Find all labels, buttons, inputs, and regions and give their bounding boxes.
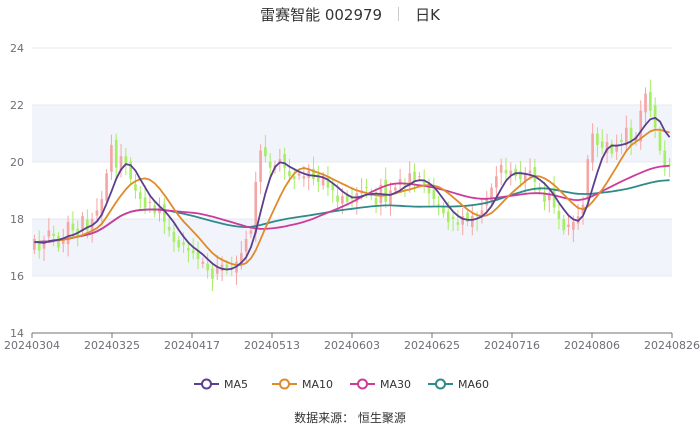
candle-body — [33, 238, 36, 250]
x-tick-label: 20240603 — [324, 339, 380, 352]
candle-body — [114, 139, 118, 168]
candle-body — [177, 240, 181, 248]
legend-marker-ma30 — [357, 378, 368, 390]
y-tick-label: 20 — [10, 156, 24, 169]
legend-label-ma30: MA30 — [380, 378, 411, 391]
candle-body — [110, 144, 113, 172]
candle-body — [451, 216, 455, 219]
candle-body — [105, 173, 108, 201]
candle-body — [167, 226, 171, 231]
x-tick-label: 20240325 — [84, 339, 140, 352]
legend-marker-ma60 — [435, 378, 446, 390]
candle-body — [211, 268, 214, 279]
candle-body — [71, 223, 75, 231]
legend-label-ma10: MA10 — [302, 378, 333, 391]
y-tick-label: 24 — [10, 42, 24, 55]
candle-body — [644, 93, 647, 113]
candle-body — [331, 184, 335, 191]
candle-body — [66, 221, 70, 245]
candle-body — [470, 216, 474, 227]
candle-body — [418, 176, 421, 178]
candle-body — [499, 164, 503, 173]
candle-body — [649, 91, 652, 111]
candle-body — [259, 150, 262, 182]
candle-body — [389, 190, 392, 206]
candle-body — [134, 184, 137, 191]
candle-body — [341, 196, 344, 204]
y-tick-label: 22 — [10, 99, 24, 112]
legend-marker-ma10 — [279, 378, 290, 390]
candle-body — [288, 171, 291, 177]
candle-body — [148, 201, 152, 203]
x-tick-label: 20240716 — [484, 339, 540, 352]
candle-body — [244, 238, 248, 252]
candle-body — [191, 250, 195, 254]
candle-body — [446, 211, 450, 222]
candle-body — [52, 233, 55, 237]
candle-body — [504, 169, 508, 174]
candle-body — [437, 204, 440, 206]
x-tick-label: 20240826 — [644, 339, 700, 352]
candle-body — [663, 150, 667, 168]
chart-root: 雷赛智能 002979 日K 14 16 18 20 22 24 20240304 202403… — [0, 0, 700, 426]
candle-body — [138, 192, 142, 200]
candle-body — [292, 176, 296, 180]
candle-body — [456, 222, 460, 225]
candle-body — [264, 147, 267, 157]
candle-body — [249, 230, 253, 234]
x-tick-label: 20240513 — [244, 339, 300, 352]
candle-body — [572, 221, 575, 230]
candle-body — [432, 189, 436, 200]
candle-body — [95, 210, 99, 216]
candle-body — [187, 248, 190, 251]
candle-body — [528, 170, 532, 174]
candlestick-chart: 14161820222420240304 20240325 20240417 2024… — [4, 42, 700, 391]
candle-body — [533, 167, 537, 182]
candle-body — [620, 139, 623, 143]
candle-body — [495, 176, 498, 188]
legend-label-ma60: MA60 — [458, 378, 489, 391]
candle-body — [172, 232, 176, 242]
x-tick-label: 20240417 — [164, 339, 220, 352]
candle-body — [143, 197, 147, 208]
data-source: 数据来源： 恒生聚源 — [294, 411, 406, 425]
candle-body — [215, 267, 219, 274]
candle-body — [658, 131, 662, 151]
y-tick-label: 16 — [10, 270, 24, 283]
legend-label-ma5: MA5 — [224, 378, 248, 391]
candle-body — [567, 224, 570, 227]
candle-body — [283, 154, 286, 168]
legend-marker-ma5 — [201, 378, 212, 390]
candle-body — [47, 230, 51, 237]
candle-body — [297, 173, 301, 176]
candle-body — [316, 173, 320, 182]
candle-body — [336, 195, 339, 202]
y-tick-label: 18 — [10, 213, 24, 226]
candle-body — [653, 105, 657, 128]
candle-body — [600, 141, 604, 148]
candle-body — [57, 236, 60, 248]
candle-body — [374, 197, 378, 205]
x-tick-label: 20240304 — [4, 339, 60, 352]
candle-body — [206, 263, 209, 271]
x-tick-label: 20240625 — [404, 339, 460, 352]
candle-body — [591, 133, 594, 163]
candle-body — [302, 176, 306, 179]
candle-body — [596, 133, 599, 145]
candle-body — [562, 219, 566, 231]
background-band — [32, 219, 672, 276]
candle-body — [182, 242, 185, 245]
candle-body — [442, 206, 445, 214]
candle-body — [393, 187, 397, 191]
candle-body — [384, 179, 388, 202]
candle-body — [268, 161, 272, 168]
candle-body — [557, 211, 561, 219]
candle-body — [201, 261, 205, 265]
x-tick-label: 20240806 — [564, 339, 620, 352]
background-band — [32, 105, 672, 162]
candle-body — [365, 187, 368, 189]
